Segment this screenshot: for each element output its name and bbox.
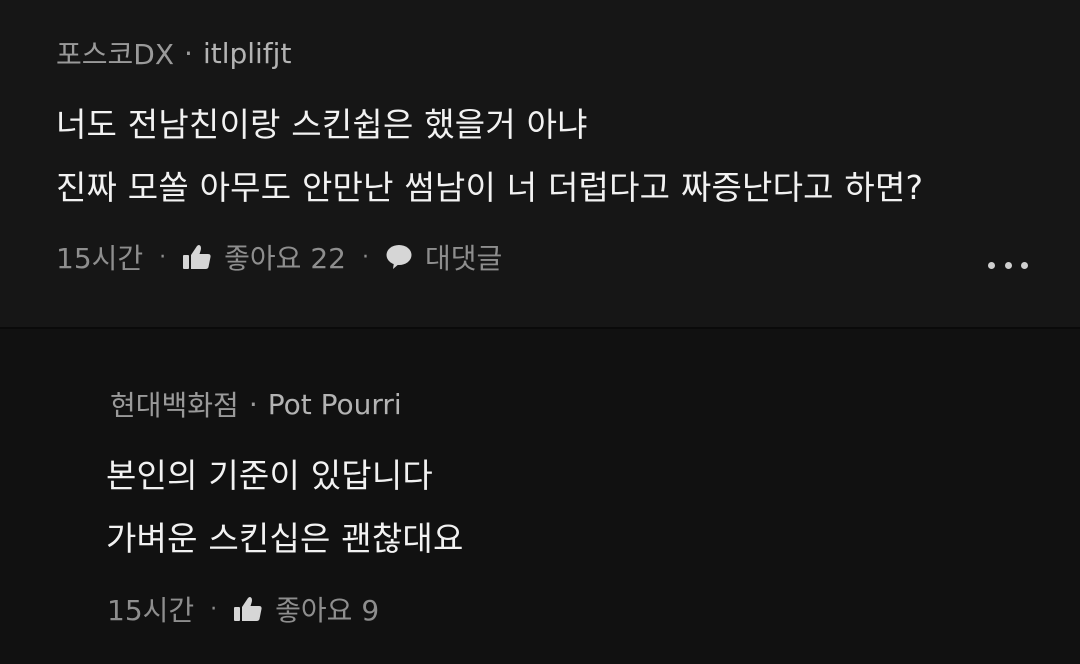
- comment-time: 15시간: [56, 242, 144, 275]
- meta-separator: ·: [248, 387, 258, 421]
- speech-bubble-icon: [385, 243, 413, 271]
- comment-author-meta: 포스코DX · itlplifjt: [56, 33, 291, 73]
- action-separator: ·: [210, 596, 218, 622]
- reply-text-line: 가벼운 스킨십은 괜찮대요: [106, 519, 464, 558]
- comment-actions: 15시간 · 좋아요 22 · 대댓글: [56, 237, 502, 277]
- action-separator: ·: [361, 244, 369, 270]
- like-button[interactable]: 좋아요 9: [233, 589, 379, 629]
- action-separator: ·: [159, 244, 167, 270]
- more-horizontal-icon: [1004, 261, 1012, 269]
- reply-time: 15시간: [107, 594, 195, 627]
- reply-actions: 15시간 · 좋아요 9: [107, 589, 379, 629]
- like-label: 좋아요 22: [224, 242, 346, 275]
- comment-item: 포스코DX · itlplifjt 너도 전남친이랑 스킨쉽은 했을거 아냐 진…: [0, 0, 1080, 327]
- comment-text-line: 너도 전남친이랑 스킨쉽은 했을거 아냐: [56, 105, 588, 144]
- like-label: 좋아요 9: [275, 594, 380, 627]
- reply-text-line: 본인의 기준이 있답니다: [106, 456, 433, 495]
- reply-item: 현대백화점 · Pot Pourri 본인의 기준이 있답니다 가벼운 스킨십은…: [0, 329, 1080, 664]
- comment-text-line: 진짜 모쏠 아무도 안만난 썸남이 너 더럽다고 짜증난다고 하면?: [56, 168, 924, 207]
- thumbs-up-icon: [182, 243, 212, 271]
- author-username[interactable]: Pot Pourri: [268, 388, 402, 421]
- reply-button[interactable]: 대댓글: [385, 237, 502, 277]
- more-horizontal-icon: [988, 261, 995, 269]
- thumbs-up-icon: [233, 595, 263, 623]
- like-button[interactable]: 좋아요 22: [182, 237, 346, 277]
- author-company[interactable]: 현대백화점: [110, 384, 239, 424]
- meta-separator: ·: [184, 36, 193, 70]
- author-username[interactable]: itlplifjt: [203, 37, 291, 70]
- author-company[interactable]: 포스코DX: [56, 33, 174, 73]
- more-options-button[interactable]: [988, 255, 1028, 275]
- reply-author-meta: 현대백화점 · Pot Pourri: [110, 384, 402, 424]
- more-horizontal-icon: [1021, 261, 1028, 269]
- reply-label: 대댓글: [424, 242, 503, 275]
